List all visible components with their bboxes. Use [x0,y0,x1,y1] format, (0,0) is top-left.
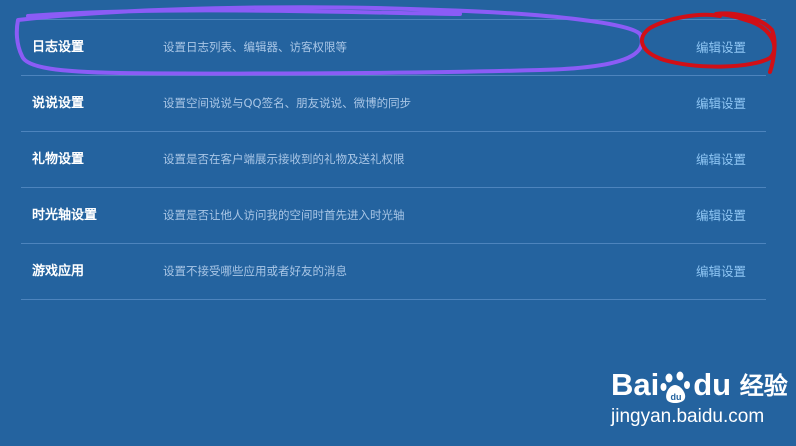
red-circle-annotation [639,11,777,74]
baidu-jingyan-watermark: Bai du du 经验 jingyan.baidu.com [583,357,788,437]
watermark-url: jingyan.baidu.com [611,406,765,427]
logo-text-bai: Bai [611,367,660,402]
svg-text:du: du [671,392,682,402]
logo-text-jingyan: 经验 [739,372,788,400]
purple-highlight-annotation [14,5,644,76]
paw-icon: du [660,371,691,403]
baidu-logo: Bai du du 经验 [611,365,788,405]
logo-text-du: du [693,367,732,402]
